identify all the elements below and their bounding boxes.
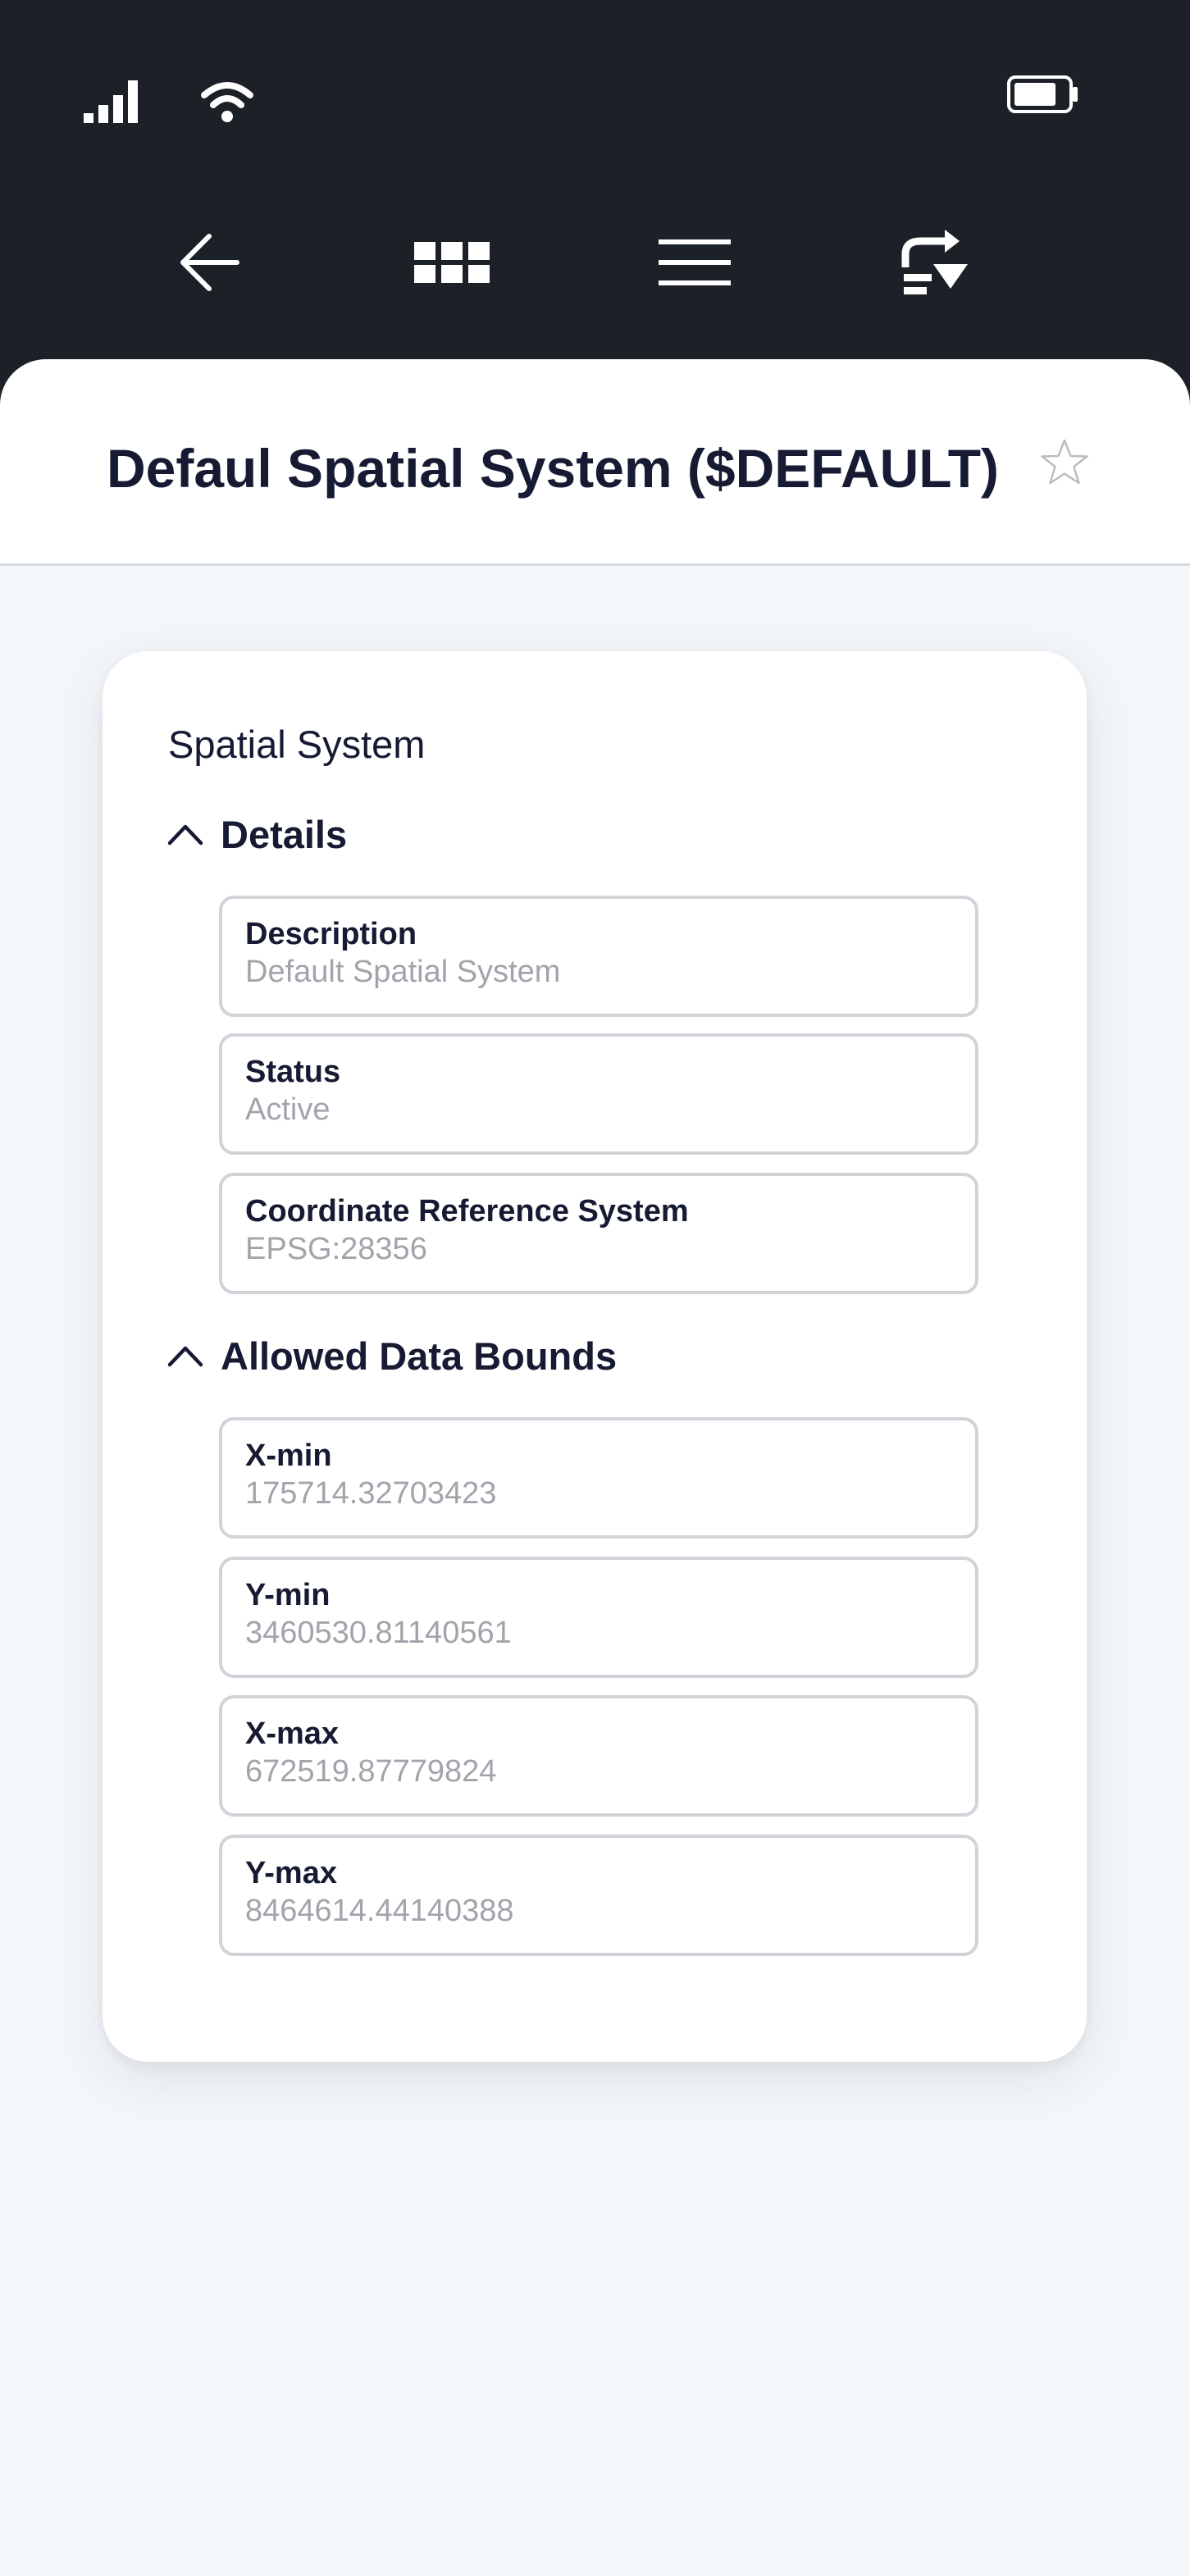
section-bounds-label: Allowed Data Bounds <box>221 1334 618 1378</box>
field-label: Description <box>245 917 417 951</box>
back-arrow-icon <box>180 234 239 291</box>
field-value: Active <box>245 1092 331 1127</box>
battery-icon <box>1007 75 1078 113</box>
spatial-system-card: Spatial System Details Description Defau… <box>103 651 1087 2062</box>
field-value: Default Spatial System <box>245 955 561 989</box>
section-details-label: Details <box>221 812 348 856</box>
field-value: 8464614.44140388 <box>245 1894 514 1928</box>
field-value: EPSG:28356 <box>245 1232 427 1266</box>
field-label: Coordinate Reference System <box>245 1194 689 1229</box>
logout-icon <box>901 230 968 294</box>
field-label: Y-min <box>245 1578 331 1612</box>
menu-icon <box>659 239 731 285</box>
star-outline-icon[interactable] <box>1038 436 1091 489</box>
apps-grid-icon <box>414 242 490 283</box>
field-label: Status <box>245 1055 341 1089</box>
field-value: 3460530.81140561 <box>245 1616 512 1650</box>
y-max-field: Y-max 8464614.44140388 <box>219 1835 978 1956</box>
status-bar <box>0 0 1190 164</box>
x-max-field: X-max 672519.87779824 <box>219 1695 978 1817</box>
field-value: 175714.32703423 <box>245 1476 497 1511</box>
page-title: Defaul Spatial System ($DEFAULT) <box>107 438 1000 499</box>
chevron-up-icon <box>167 824 203 846</box>
field-label: Y-max <box>245 1856 337 1890</box>
card-title: Spatial System <box>168 723 426 766</box>
page-header: Defaul Spatial System ($DEFAULT) <box>0 359 1190 566</box>
field-label: X-max <box>245 1717 340 1751</box>
y-min-field: Y-min 3460530.81140561 <box>219 1557 978 1678</box>
apps-button[interactable] <box>411 221 493 303</box>
description-field: Description Default Spatial System <box>219 896 978 1017</box>
back-button[interactable] <box>170 221 252 303</box>
chevron-up-icon <box>167 1346 203 1367</box>
nav-bar <box>0 221 1190 303</box>
field-label: X-min <box>245 1438 332 1473</box>
section-details-toggle[interactable]: Details <box>166 805 347 863</box>
section-bounds-toggle[interactable]: Allowed Data Bounds <box>166 1327 617 1384</box>
crs-field: Coordinate Reference System EPSG:28356 <box>219 1173 978 1294</box>
menu-button[interactable] <box>654 221 736 303</box>
signal-icon <box>84 80 138 123</box>
logout-button[interactable] <box>896 221 978 303</box>
wifi-icon <box>201 82 253 122</box>
status-field: Status Active <box>219 1033 978 1155</box>
x-min-field: X-min 175714.32703423 <box>219 1417 978 1539</box>
field-value: 672519.87779824 <box>245 1754 497 1789</box>
